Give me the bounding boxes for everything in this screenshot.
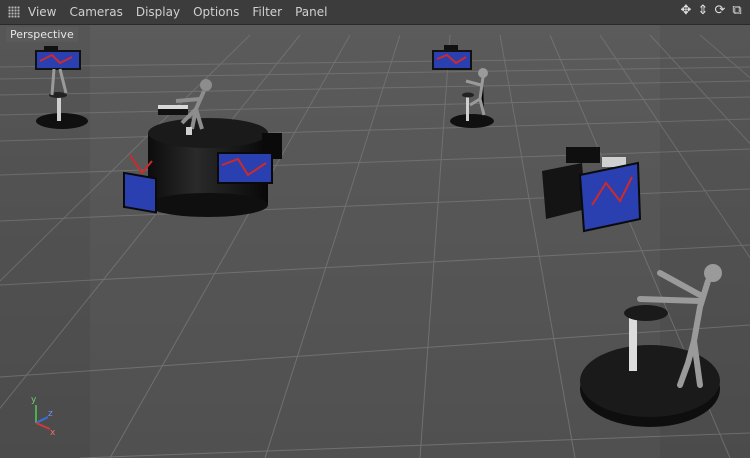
menu-cameras[interactable]: Cameras: [69, 5, 122, 19]
rotate-icon[interactable]: ⟳: [713, 4, 727, 18]
viewport-nav-icons: ✥ ⇕ ⟳ ⧉: [679, 4, 744, 18]
cinema4d-viewport-window: View Cameras Display Options Filter Pane…: [0, 0, 750, 458]
viewport-menubar: View Cameras Display Options Filter Pane…: [0, 0, 750, 25]
menu-display[interactable]: Display: [136, 5, 180, 19]
scene-canvas: y z x: [0, 25, 750, 458]
zoom-icon[interactable]: ⇕: [696, 4, 710, 18]
panel-grip-icon[interactable]: [8, 6, 20, 18]
safe-frame-overlay: [90, 25, 660, 458]
menu-view[interactable]: View: [28, 5, 56, 19]
axis-z-label: z: [48, 409, 53, 419]
maximize-icon[interactable]: ⧉: [730, 4, 744, 18]
menu-panel[interactable]: Panel: [295, 5, 327, 19]
move-icon[interactable]: ✥: [679, 4, 693, 18]
axis-x-label: x: [50, 428, 56, 438]
perspective-viewport[interactable]: y z x Perspective: [0, 25, 750, 458]
camera-label[interactable]: Perspective: [6, 27, 78, 42]
menu-options[interactable]: Options: [193, 5, 239, 19]
menu-filter[interactable]: Filter: [252, 5, 282, 19]
axis-y-label: y: [31, 395, 37, 405]
